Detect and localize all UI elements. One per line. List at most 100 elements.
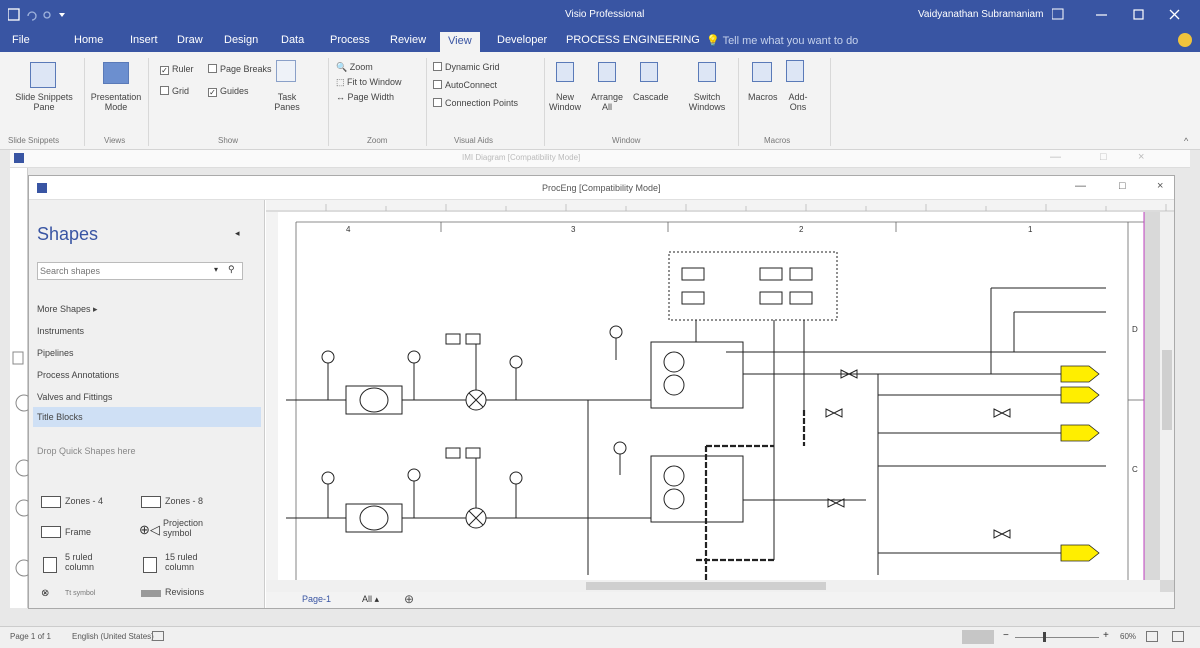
add-page-icon[interactable]: ⊕ [404,592,414,606]
search-shapes-field[interactable]: ▾ ⚲ [37,262,243,280]
tab-design[interactable]: Design [224,34,258,46]
tab-review[interactable]: Review [390,34,426,46]
shape-5-ruled-column[interactable]: 5 ruled column [65,552,105,572]
guides-checkbox[interactable]: ✓ Guides [208,86,249,97]
stencil-item-title-blocks[interactable]: Title Blocks [33,407,261,427]
shape-frame[interactable]: Frame [65,527,91,537]
left-ruler [266,212,278,580]
doc-close-icon[interactable]: × [1157,180,1163,192]
shape-zones-8[interactable]: Zones - 8 [165,496,203,506]
all-pages-button[interactable]: All ▴ [362,594,379,605]
stencil-item-valves-fittings[interactable]: Valves and Fittings [37,392,112,402]
connection-points-checkbox[interactable]: Connection Points [433,98,518,108]
switch-windows-status-icon[interactable] [1172,631,1184,642]
tab-data[interactable]: Data [281,34,304,46]
page-width-button[interactable]: ↔ Page Width [336,92,394,102]
language-indicator[interactable]: English (United States) [72,632,154,641]
macro-record-icon[interactable] [152,631,164,641]
shape-15-ruled-column[interactable]: 15 ruled column [165,552,205,572]
tab-insert[interactable]: Insert [130,34,158,46]
zoom-slider[interactable] [1015,637,1099,638]
user-name[interactable]: Vaidyanathan Subramaniam [918,9,1043,20]
search-dropdown-icon[interactable]: ▾ [214,265,218,274]
presentation-view-icon[interactable] [962,630,994,644]
zoom-button[interactable]: 🔍 Zoom [336,62,373,73]
outer-document-window-bar: IMI Diagram [Compatibility Mode] — □ × [10,150,1190,168]
ruler-checkbox[interactable]: ✓ Ruler [160,64,194,75]
drawing-canvas[interactable]: 4 3 2 1 D C Page-1 All ▴ ⊕ [266,200,1174,608]
zoom-in-icon[interactable]: + [1103,630,1109,641]
cascade-button[interactable]: Cascade [633,92,669,102]
stencil-item-pipelines[interactable]: Pipelines [37,348,74,358]
zoom-out-icon[interactable]: − [1003,630,1009,641]
stencil-item-instruments[interactable]: Instruments [37,326,84,336]
zoom-slider-thumb[interactable] [1043,632,1046,642]
shape-projection-symbol[interactable]: Projection symbol [163,518,203,538]
switch-windows-button[interactable]: Switch Windows [684,92,730,112]
task-panes-button[interactable]: Task Panes [270,92,304,112]
group-window: Window [612,136,641,145]
grid-label: Grid [172,86,190,96]
collapse-ribbon-icon[interactable]: ^ [1184,136,1188,146]
outer-close-icon[interactable]: × [1138,151,1144,163]
group-views: Views [104,136,126,145]
outer-minimize-icon[interactable]: — [1050,151,1061,163]
zoom-level[interactable]: 60% [1120,632,1136,641]
new-window-button[interactable]: New Window [549,92,581,112]
fit-to-window-button[interactable]: ⬚ Fit to Window [336,77,402,88]
doc-restore-icon[interactable]: □ [1119,180,1126,192]
outer-restore-icon[interactable]: □ [1100,151,1107,163]
tab-draw[interactable]: Draw [177,34,203,46]
outer-window-title: IMI Diagram [Compatibility Mode] [462,153,581,162]
autoconnect-checkbox[interactable]: AutoConnect [433,80,497,90]
title-bar: Visio Professional Vaidyanathan Subraman… [0,0,1200,30]
ruler-label-4: 4 [346,225,351,234]
dynamic-grid-checkbox[interactable]: Dynamic Grid [433,62,500,72]
shape-revisions[interactable]: Revisions [165,587,204,597]
horizontal-scroll-thumb[interactable] [586,582,826,590]
ruler-label-3: 3 [571,225,576,234]
app-title: Visio Professional [565,9,645,20]
search-icon[interactable]: ⚲ [228,264,235,275]
arrange-all-button[interactable]: Arrange All [591,92,623,112]
revisions-icon [141,590,161,597]
tab-process[interactable]: Process [330,34,370,46]
tab-file[interactable]: File [12,34,30,46]
pane-collapse-icon[interactable]: ◂ [235,228,240,239]
page-breaks-checkbox[interactable]: Page Breaks [208,64,272,74]
slide-snippets-button[interactable]: Slide Snippets Pane [8,92,80,112]
smiley-icon[interactable] [1178,33,1192,47]
top-ruler [266,200,1174,212]
restore-icon [1133,9,1144,20]
document-window: ProcEng [Compatibility Mode] — □ × Shape… [28,175,1175,609]
cascade-icon [640,62,658,82]
window-controls[interactable] [1052,8,1192,22]
tab-process-engineering[interactable]: PROCESS ENGINEERING [566,34,700,46]
tab-developer[interactable]: Developer [497,34,547,46]
tell-me-text: Tell me what you want to do [722,35,859,47]
search-shapes-input[interactable] [40,264,210,278]
macros-button[interactable]: Macros [748,92,778,102]
shape-tt-symbol[interactable]: Tt symbol [65,590,95,597]
connection-points-label: Connection Points [445,98,519,108]
grid-checkbox[interactable]: Grid [160,86,189,96]
stencil-item-process-annotations[interactable]: Process Annotations [37,370,119,380]
divider [738,58,739,146]
zones-4-icon [41,496,61,508]
more-shapes-link[interactable]: More Shapes ▸ [37,304,98,315]
presentation-mode-icon [103,62,129,84]
fit-page-icon[interactable] [1146,631,1158,642]
add-ons-button[interactable]: Add-Ons [786,92,810,112]
page-count[interactable]: Page 1 of 1 [10,632,51,641]
doc-minimize-icon[interactable]: — [1075,180,1086,192]
page-tab-page-1[interactable]: Page-1 [302,594,331,604]
chevron-right-icon: ▸ [93,304,98,314]
tab-view[interactable]: View [440,32,480,52]
vertical-scroll-thumb[interactable] [1162,350,1172,430]
presentation-mode-button[interactable]: Presentation Mode [90,92,142,112]
tell-me-box[interactable]: 💡 Tell me what you want to do [706,34,858,47]
tab-home[interactable]: Home [74,34,103,46]
arrange-all-icon [598,62,616,82]
guides-label: Guides [220,86,249,96]
shape-zones-4[interactable]: Zones - 4 [65,496,103,506]
